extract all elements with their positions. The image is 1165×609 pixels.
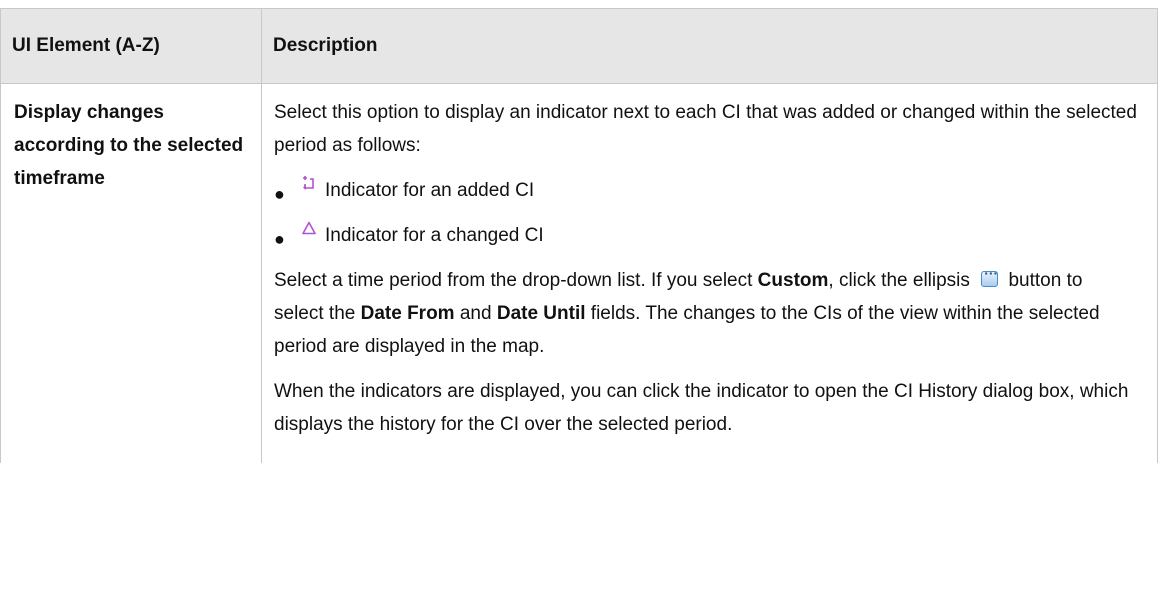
- list-item: ● Indicator for an added CI: [274, 174, 1137, 207]
- bullet-icon: ●: [274, 184, 285, 204]
- column-header-ui-element: UI Element (A-Z): [0, 8, 262, 84]
- description-timeperiod: Select a time period from the drop-down …: [274, 264, 1137, 363]
- added-ci-indicator-icon: [303, 176, 314, 190]
- table-header-row: UI Element (A-Z) Description: [0, 8, 1158, 84]
- text-run: Select a time period from the drop-down …: [274, 270, 758, 291]
- bullet-icon: ●: [274, 229, 285, 249]
- text-run: , click the ellipsis: [828, 270, 976, 291]
- table-row: Display changes according to the selecte…: [0, 83, 1158, 463]
- date-until-term: Date Until: [496, 303, 586, 324]
- ui-element-name: Display changes according to the selecte…: [0, 83, 262, 463]
- ellipsis-button-icon: ···: [981, 265, 999, 287]
- indicator-list: ● Indicator for an added CI ● Indicator …: [274, 174, 1137, 252]
- description-history: When the indicators are displayed, you c…: [274, 381, 1129, 435]
- column-header-description: Description: [261, 8, 1158, 84]
- changed-ci-indicator-icon: [302, 221, 316, 235]
- text-run: and: [454, 303, 497, 324]
- bullet-text-added: Indicator for an added CI: [325, 180, 535, 201]
- ui-element-table: UI Element (A-Z) Description Display cha…: [0, 8, 1158, 463]
- date-from-term: Date From: [360, 303, 455, 324]
- description-cell: Select this option to display an indicat…: [261, 83, 1158, 463]
- custom-term: Custom: [757, 270, 829, 291]
- bullet-text-changed: Indicator for a changed CI: [325, 225, 544, 246]
- list-item: ● Indicator for a changed CI: [274, 219, 1137, 252]
- description-intro: Select this option to display an indicat…: [274, 102, 1137, 156]
